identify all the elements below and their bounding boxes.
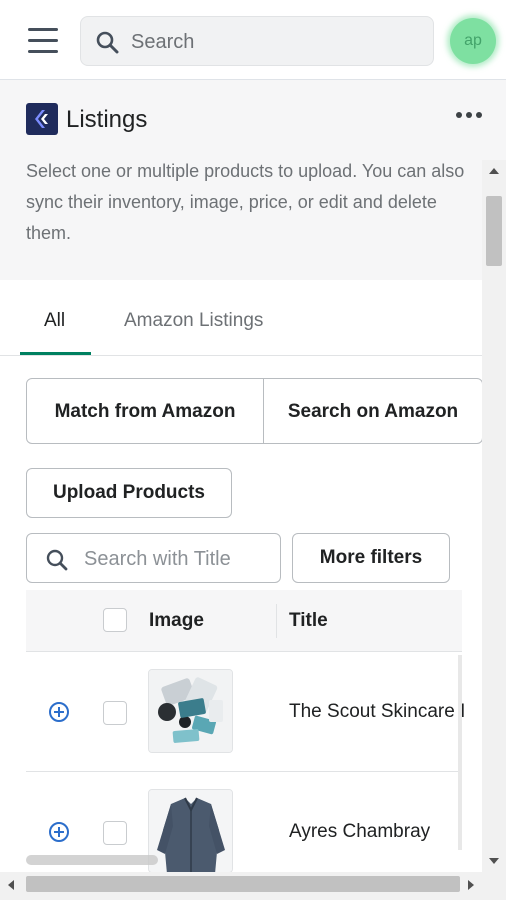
table-vertical-scrollbar[interactable] xyxy=(458,655,462,850)
scroll-left-arrow-icon[interactable] xyxy=(8,880,14,890)
search-icon xyxy=(95,30,119,59)
row-checkbox[interactable] xyxy=(103,701,127,725)
tabs: All Amazon Listings xyxy=(0,280,482,356)
app-logo-icon xyxy=(26,103,58,135)
tab-active-indicator xyxy=(20,352,91,355)
scroll-down-arrow-icon[interactable] xyxy=(489,858,499,864)
more-filters-button[interactable]: More filters xyxy=(292,533,450,583)
match-from-amazon-button[interactable]: Match from Amazon xyxy=(26,378,264,444)
expand-row-icon[interactable] xyxy=(49,822,69,842)
expand-row-icon[interactable] xyxy=(49,702,69,722)
title-search-placeholder: Search with Title xyxy=(84,548,231,570)
global-search-input[interactable]: Search xyxy=(80,16,434,66)
search-icon xyxy=(45,548,69,577)
column-header-title: Title xyxy=(289,610,328,631)
horizontal-scrollbar[interactable] xyxy=(0,872,506,900)
scroll-right-arrow-icon[interactable] xyxy=(468,880,474,890)
title-search-input[interactable]: Search with Title xyxy=(26,533,281,583)
page-title: Listings xyxy=(66,106,148,133)
hamburger-menu-icon[interactable] xyxy=(28,28,58,54)
listings-card: All Amazon Listings Match from Amazon Se… xyxy=(0,280,482,872)
product-title[interactable]: The Scout Skincare I xyxy=(289,701,465,723)
column-header-image: Image xyxy=(149,610,204,631)
vertical-scrollbar[interactable] xyxy=(482,160,506,872)
top-bar: Search ap xyxy=(0,0,506,80)
content-viewport: Select one or multiple products to uploa… xyxy=(0,160,482,872)
table-header: Image Title xyxy=(26,590,462,652)
row-checkbox[interactable] xyxy=(103,821,127,845)
search-on-amazon-button[interactable]: Search on Amazon xyxy=(263,378,482,444)
scroll-up-arrow-icon[interactable] xyxy=(489,168,499,174)
vertical-scroll-thumb[interactable] xyxy=(486,196,502,266)
search-placeholder: Search xyxy=(131,31,195,53)
column-divider[interactable] xyxy=(276,604,277,638)
table-row[interactable]: The Scout Skincare I xyxy=(26,652,465,772)
more-actions-icon[interactable] xyxy=(456,108,486,122)
avatar[interactable]: ap xyxy=(450,18,496,64)
product-image xyxy=(148,669,233,753)
tab-all[interactable]: All xyxy=(44,310,65,332)
page-description: Select one or multiple products to uploa… xyxy=(26,161,465,243)
table-horizontal-scrollbar[interactable] xyxy=(26,855,158,865)
product-title[interactable]: Ayres Chambray xyxy=(289,821,430,843)
upload-products-button[interactable]: Upload Products xyxy=(26,468,232,518)
product-image xyxy=(148,789,233,872)
page-description-panel: Select one or multiple products to uploa… xyxy=(0,160,482,280)
select-all-checkbox[interactable] xyxy=(103,608,127,632)
tab-amazon-listings[interactable]: Amazon Listings xyxy=(124,310,263,332)
horizontal-scroll-thumb[interactable] xyxy=(26,876,460,892)
